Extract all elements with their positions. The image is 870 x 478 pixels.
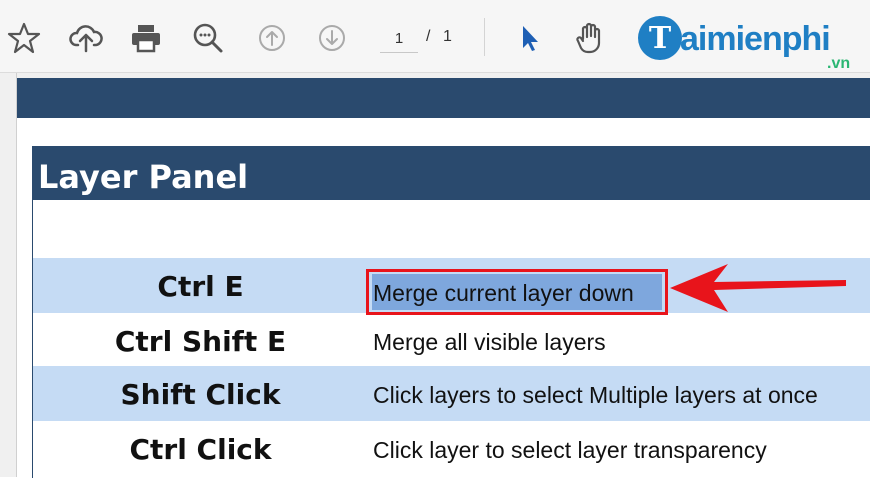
viewer-toolbar: / 1 T aimienphi .vn xyxy=(0,0,870,73)
shortcut-key: Shift Click xyxy=(120,378,281,411)
shortcut-row: Ctrl Shift E Merge all visible layers xyxy=(33,313,870,368)
star-icon[interactable] xyxy=(6,18,42,58)
watermark-badge-letter: T xyxy=(648,20,672,56)
page-total: 1 xyxy=(443,28,452,45)
hand-icon[interactable] xyxy=(572,18,608,58)
page-separator: / xyxy=(426,28,431,45)
shortcut-row: Shift Click Click layers to select Multi… xyxy=(33,366,870,421)
left-gutter xyxy=(0,73,17,477)
page-number-input[interactable] xyxy=(380,24,418,53)
watermark-text: aimienphi xyxy=(680,20,831,58)
page-up-icon[interactable] xyxy=(254,18,290,58)
select-cursor-icon[interactable] xyxy=(512,18,548,58)
panel-title: Layer Panel xyxy=(38,158,249,196)
shortcut-key: Ctrl Click xyxy=(129,433,272,466)
print-icon[interactable] xyxy=(128,18,164,58)
shortcut-description: Click layers to select Multiple layers a… xyxy=(373,382,818,408)
zoom-icon[interactable] xyxy=(190,18,226,58)
pointer-arrow-icon xyxy=(670,264,846,312)
shortcut-row: Ctrl Click Click layer to select layer t… xyxy=(33,421,870,476)
shortcut-key: Ctrl E xyxy=(157,270,244,303)
shortcut-description[interactable]: Merge current layer down xyxy=(373,280,634,307)
previous-page-band xyxy=(17,78,870,118)
page-down-icon[interactable] xyxy=(314,18,350,58)
shortcut-description: Merge all visible layers xyxy=(373,329,606,355)
toolbar-divider xyxy=(484,18,485,56)
shortcut-description: Click layer to select layer transparency xyxy=(373,437,767,463)
shortcut-key: Ctrl Shift E xyxy=(114,325,287,358)
watermark-logo: T xyxy=(638,16,682,60)
upload-cloud-icon[interactable] xyxy=(68,18,104,58)
watermark-sub: .vn xyxy=(827,55,851,72)
